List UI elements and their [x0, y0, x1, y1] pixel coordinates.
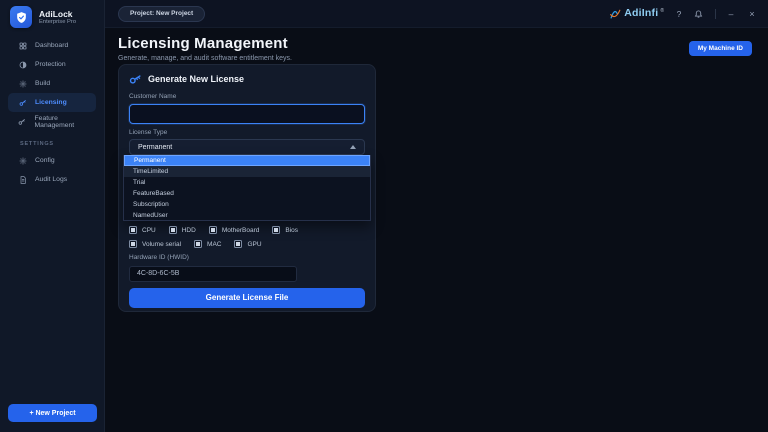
dropdown-option-permanent[interactable]: Permanent [124, 155, 370, 166]
generate-license-button[interactable]: Generate License File [129, 288, 365, 308]
sidebar-item-config[interactable]: Config [8, 151, 96, 170]
checkbox-gpu[interactable]: GPU [234, 240, 261, 248]
shield-logo-icon [10, 6, 32, 28]
registered-mark: ® [660, 8, 664, 14]
customer-name-input[interactable] [129, 104, 365, 124]
document-icon [18, 176, 27, 184]
bell-icon[interactable] [694, 9, 706, 18]
checkbox-icon [194, 240, 202, 248]
project-tab[interactable]: Project: New Project [118, 6, 205, 22]
main-content: Licensing Management Generate, manage, a… [105, 28, 768, 432]
sidebar-item-dashboard[interactable]: Dashboard [8, 36, 96, 55]
checkbox-motherboard[interactable]: MotherBoard [209, 226, 260, 234]
gear-icon [18, 80, 27, 88]
checkbox-bios[interactable]: Bios [272, 226, 298, 234]
checkbox-icon [209, 226, 217, 234]
app-edition: Enterprise Pro [39, 19, 76, 25]
page-header: Licensing Management Generate, manage, a… [105, 28, 768, 62]
sidebar-item-audit-logs[interactable]: Audit Logs [8, 170, 96, 189]
page-subtitle: Generate, manage, and audit software ent… [118, 55, 752, 62]
sidebar-item-label: Audit Logs [35, 176, 67, 183]
checkbox-icon [169, 226, 177, 234]
gear-icon [18, 157, 27, 165]
dropdown-option-featurebased[interactable]: FeatureBased [124, 188, 370, 199]
brand-logo: AdiInfi ® [609, 7, 664, 20]
sidebar-item-feature-management[interactable]: Feature Management [8, 112, 96, 131]
minimize-button[interactable]: – [725, 8, 737, 20]
generate-license-card: Generate New License Customer Name Licen… [118, 64, 376, 312]
sidebar-item-build[interactable]: Build [8, 74, 96, 93]
settings-section-label: SETTINGS [8, 131, 96, 151]
titlebar: Project: New Project AdiInfi ® ? – × [105, 0, 768, 28]
checkbox-hdd[interactable]: HDD [169, 226, 196, 234]
checkbox-mac[interactable]: MAC [194, 240, 221, 248]
sidebar-item-label: Feature Management [35, 115, 96, 129]
dropdown-option-subscription[interactable]: Subscription [124, 199, 370, 210]
sidebar-item-licensing[interactable]: Licensing [8, 93, 96, 112]
dropdown-option-trial[interactable]: Trial [124, 177, 370, 188]
hwid-label: Hardware ID (HWID) [129, 254, 365, 262]
key-icon [18, 118, 27, 126]
app-name: AdiLock [39, 9, 76, 19]
sidebar: AdiLock Enterprise Pro Dashboard Protect… [0, 0, 105, 432]
key-icon [129, 73, 142, 86]
protection-icon [18, 61, 27, 69]
checkbox-icon [129, 240, 137, 248]
license-type-select[interactable]: Permanent [129, 139, 365, 155]
checkbox-icon [234, 240, 242, 248]
hwid-input[interactable] [129, 266, 297, 282]
chevron-up-icon [350, 145, 356, 149]
sidebar-item-label: Config [35, 157, 55, 164]
sidebar-item-label: Protection [35, 61, 66, 68]
dashboard-icon [18, 42, 27, 50]
close-button[interactable]: × [746, 8, 758, 20]
app-logo: AdiLock Enterprise Pro [0, 0, 104, 28]
license-type-dropdown: Permanent TimeLimited Trial FeatureBased… [123, 155, 371, 221]
checkbox-cpu[interactable]: CPU [129, 226, 156, 234]
dropdown-option-nameduser[interactable]: NamedUser [124, 210, 370, 221]
my-machine-id-button[interactable]: My Machine ID [689, 41, 752, 56]
key-icon [18, 99, 27, 107]
page-title: Licensing Management [118, 35, 752, 52]
brand-swoosh-icon [609, 7, 622, 20]
sidebar-item-label: Build [35, 80, 50, 87]
customer-name-label: Customer Name [129, 93, 365, 101]
new-project-button[interactable]: + New Project [8, 404, 97, 422]
checkbox-volume-serial[interactable]: Volume serial [129, 240, 181, 248]
help-icon[interactable]: ? [673, 8, 685, 20]
checkbox-icon [129, 226, 137, 234]
sidebar-item-label: Dashboard [35, 42, 68, 49]
sidebar-nav: Dashboard Protection Build Licensing Fea… [0, 36, 104, 189]
checkbox-icon [272, 226, 280, 234]
titlebar-divider [715, 9, 716, 19]
license-type-label: License Type [129, 129, 365, 137]
sidebar-item-protection[interactable]: Protection [8, 55, 96, 74]
card-title: Generate New License [148, 74, 244, 84]
license-type-value: Permanent [138, 144, 172, 151]
dropdown-option-timelimited[interactable]: TimeLimited [124, 166, 370, 177]
brand-name: AdiInfi [624, 7, 658, 19]
sidebar-item-label: Licensing [35, 99, 67, 106]
